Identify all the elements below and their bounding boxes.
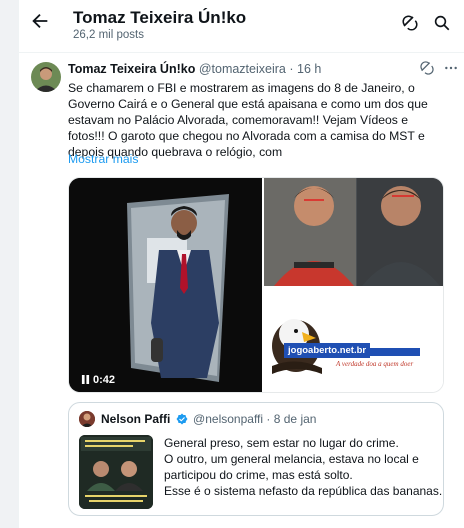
back-arrow-icon[interactable] xyxy=(29,10,51,32)
header-divider xyxy=(19,52,464,53)
profile-header: Tomaz Teixeira Ún!ko 26,2 mil posts xyxy=(19,0,464,50)
quote-author-handle[interactable]: @nelsonpaffi xyxy=(193,412,263,426)
post-count: 26,2 mil posts xyxy=(73,29,144,41)
verified-badge-icon xyxy=(176,413,188,425)
show-more-link[interactable]: Mostrar mais xyxy=(68,152,138,166)
video-duration: 0:42 xyxy=(93,374,116,386)
photo-logo[interactable]: A verdade doa a quem doer xyxy=(264,288,443,392)
quote-line: participou do crime, mas está solto. xyxy=(164,468,353,482)
logo-wordmark: jogoaberto.net.br xyxy=(284,343,371,358)
tweet-time[interactable]: 16 h xyxy=(297,62,321,76)
quote-line: O outro, um general melancia, estava no … xyxy=(164,452,419,466)
quote-text: General preso, sem estar no lugar do cri… xyxy=(164,435,443,499)
quoted-tweet[interactable]: Nelson Paffi @nelsonpaffi · 8 de jan Gen… xyxy=(68,402,444,516)
grok-icon[interactable] xyxy=(419,60,435,76)
quote-date[interactable]: 8 de jan xyxy=(274,412,317,426)
quote-thumbnail xyxy=(79,435,153,509)
quote-meta: Nelson Paffi @nelsonpaffi · 8 de jan xyxy=(101,412,316,426)
quote-line: Esse é o sistema nefasto da república da… xyxy=(164,484,443,498)
quote-author-avatar[interactable] xyxy=(79,411,95,427)
video-thumbnail xyxy=(69,178,262,392)
media-grid: 0:42 A verdade doa a quem doer xyxy=(68,177,444,393)
profile-title: Tomaz Teixeira Ún!ko xyxy=(73,8,247,27)
quote-author-name[interactable]: Nelson Paffi xyxy=(101,412,170,426)
photo-thumbnail xyxy=(264,178,443,286)
author-handle[interactable]: @tomazteixeira xyxy=(199,62,286,76)
more-options-icon[interactable] xyxy=(443,60,459,76)
search-icon[interactable] xyxy=(433,14,451,32)
photo-faces[interactable] xyxy=(264,178,443,286)
tweet-meta: Tomaz Teixeira Ún!ko @tomazteixeira · 16… xyxy=(68,62,321,76)
post-panel: Tomaz Teixeira Ún!ko 26,2 mil posts Toma… xyxy=(18,0,464,528)
logo-tagline: A verdade doa a quem doer xyxy=(335,360,413,368)
pause-icon[interactable] xyxy=(81,375,90,384)
author-name[interactable]: Tomaz Teixeira Ún!ko xyxy=(68,62,195,76)
quote-line: General preso, sem estar no lugar do cri… xyxy=(164,436,399,450)
grok-icon[interactable] xyxy=(401,14,419,32)
tweet-text: Se chamarem o FBI e mostrarem as imagens… xyxy=(68,81,428,159)
video-player[interactable]: 0:42 xyxy=(69,178,262,392)
quote-meta-separator: · xyxy=(266,412,271,426)
author-avatar[interactable] xyxy=(31,62,61,92)
eagle-logo: A verdade doa a quem doer xyxy=(264,288,443,392)
meta-separator: · xyxy=(289,62,294,76)
